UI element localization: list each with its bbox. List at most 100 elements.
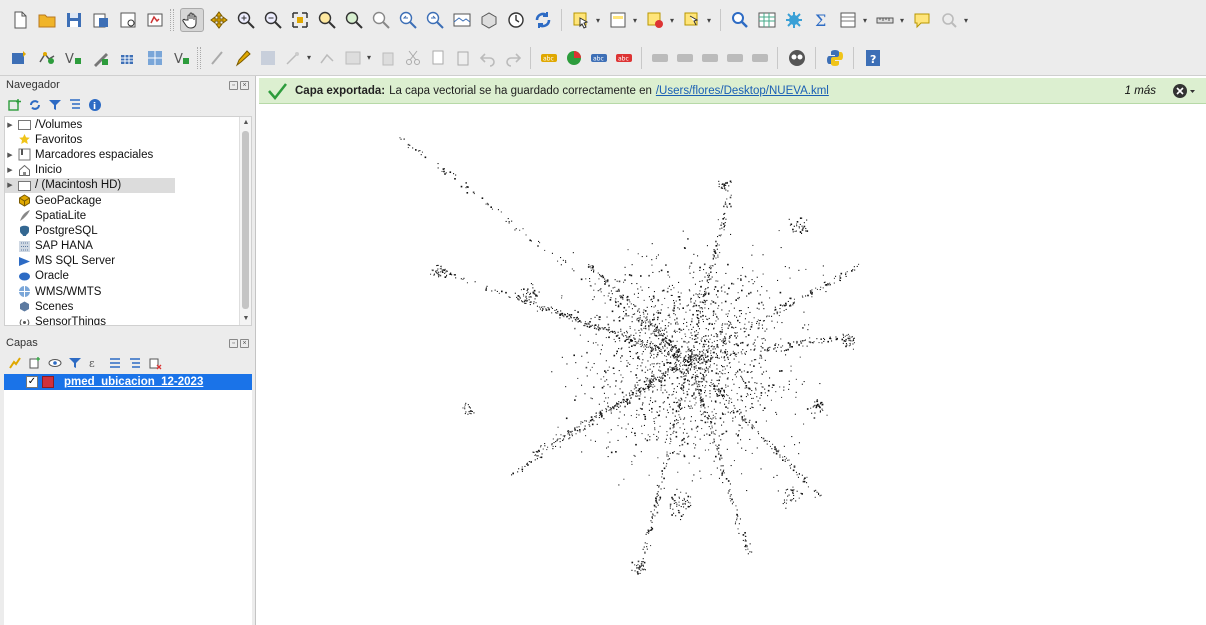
cut-features-icon[interactable] — [402, 47, 424, 69]
add-virtual-layer-icon[interactable]: V — [170, 46, 194, 70]
zoom-full-icon[interactable] — [288, 8, 312, 32]
zoom-in-icon[interactable] — [234, 8, 258, 32]
new-3d-view-icon[interactable] — [477, 8, 501, 32]
identify-features-icon[interactable] — [680, 8, 704, 32]
paste-features-icon[interactable] — [452, 47, 474, 69]
add-group-icon[interactable] — [26, 355, 43, 372]
style-manager-icon[interactable] — [143, 8, 167, 32]
browser-item[interactable]: ▶/Volumes — [5, 117, 251, 132]
highlight-label-icon[interactable]: abc — [588, 47, 610, 69]
locator-icon[interactable] — [937, 8, 961, 32]
browser-item[interactable]: Oracle — [5, 269, 251, 284]
zoom-to-layer-icon[interactable] — [342, 8, 366, 32]
scroll-down-icon[interactable]: ▼ — [240, 313, 251, 325]
identify-icon[interactable] — [728, 8, 752, 32]
print-layout-icon[interactable] — [116, 8, 140, 32]
save-edits-icon[interactable] — [257, 47, 279, 69]
properties-icon[interactable]: i — [86, 97, 103, 114]
processing-toolbox-icon[interactable] — [782, 8, 806, 32]
redo-icon[interactable] — [502, 47, 524, 69]
float-panel-icon[interactable]: ▫ — [229, 80, 238, 90]
remove-layer-icon[interactable] — [146, 355, 163, 372]
modify-attributes-icon[interactable] — [342, 47, 364, 69]
refresh-icon[interactable] — [26, 97, 43, 114]
close-panel-icon[interactable]: × — [240, 80, 249, 90]
open-project-icon[interactable] — [35, 8, 59, 32]
toolbar-grip-2[interactable] — [197, 46, 201, 69]
zoom-last-icon[interactable] — [396, 8, 420, 32]
close-message-icon[interactable] — [1172, 83, 1196, 99]
collapse-all-icon[interactable] — [66, 97, 83, 114]
expand-arrow-icon[interactable]: ▶ — [5, 121, 15, 129]
browser-item[interactable]: GeoPackage — [5, 193, 251, 208]
attribute-table-icon[interactable] — [755, 8, 779, 32]
browser-item[interactable]: SensorThings — [5, 314, 251, 325]
pan-to-selection-icon[interactable] — [207, 8, 231, 32]
zoom-next-icon[interactable] — [423, 8, 447, 32]
zoom-native-icon[interactable] — [369, 8, 393, 32]
show-hide-labels-icon[interactable] — [649, 47, 671, 69]
pan-map-icon[interactable] — [179, 8, 204, 32]
delete-selected-icon[interactable] — [377, 47, 399, 69]
message-more[interactable]: 1 más — [1125, 85, 1156, 97]
layers-list[interactable]: ✓ pmed_ubicacion_12-2023 — [4, 374, 252, 625]
filter-icon[interactable] — [46, 97, 63, 114]
add-spatialite-layer-icon[interactable] — [89, 46, 113, 70]
scroll-up-icon[interactable]: ▲ — [240, 117, 251, 129]
float-panel-icon[interactable]: ▫ — [229, 338, 238, 348]
add-wms-layer-icon[interactable] — [143, 46, 167, 70]
filter-legend-icon[interactable] — [66, 355, 83, 372]
toggle-editing-icon[interactable] — [232, 47, 254, 69]
select-by-value-icon[interactable] — [606, 8, 630, 32]
change-label-icon[interactable] — [724, 47, 746, 69]
collapse-all-layers-icon[interactable] — [126, 355, 143, 372]
add-vector-layer-icon[interactable] — [35, 46, 59, 70]
temporal-controller-icon[interactable] — [504, 8, 528, 32]
map-canvas[interactable] — [259, 105, 1206, 625]
refresh-icon[interactable] — [531, 8, 555, 32]
plugin-manager-icon[interactable] — [785, 46, 809, 70]
pin-label-icon[interactable]: abc — [613, 47, 635, 69]
add-layer-icon[interactable] — [6, 97, 23, 114]
copy-features-icon[interactable] — [427, 47, 449, 69]
browser-item[interactable]: PostgreSQL — [5, 223, 251, 238]
statistics-icon[interactable]: Σ — [809, 8, 833, 32]
expand-arrow-icon[interactable]: ▶ — [5, 166, 15, 174]
new-project-icon[interactable] — [8, 8, 32, 32]
scroll-thumb[interactable] — [242, 131, 249, 309]
open-table-icon[interactable] — [836, 8, 860, 32]
layer-row-pmed[interactable]: ✓ pmed_ubicacion_12-2023 — [4, 374, 252, 390]
visibility-icon[interactable] — [46, 355, 63, 372]
add-mesh-layer-icon[interactable] — [116, 46, 140, 70]
browser-item[interactable]: WMS/WMTS — [5, 284, 251, 299]
browser-item[interactable]: MS SQL Server — [5, 254, 251, 269]
label-layer-icon[interactable]: abc — [538, 47, 560, 69]
message-path-link[interactable]: /Users/flores/Desktop/NUEVA.kml — [656, 85, 829, 97]
browser-item[interactable]: Favoritos — [5, 132, 251, 147]
browser-item[interactable]: Scenes — [5, 299, 251, 314]
expand-arrow-icon[interactable]: ▶ — [5, 151, 15, 159]
help-icon[interactable]: ? — [861, 46, 885, 70]
measure-icon[interactable] — [873, 8, 897, 32]
filter-expression-icon[interactable]: ε — [86, 355, 103, 372]
save-as-icon[interactable] — [89, 8, 113, 32]
vertex-tool-icon[interactable] — [317, 47, 339, 69]
close-panel-icon[interactable]: × — [240, 338, 249, 348]
current-edits-icon[interactable] — [207, 47, 229, 69]
zoom-out-icon[interactable] — [261, 8, 285, 32]
toolbar-grip[interactable] — [170, 9, 174, 31]
browser-item[interactable]: ▶ / (Macintosh HD) — [5, 177, 175, 193]
label-properties-icon[interactable] — [749, 47, 771, 69]
data-source-manager-icon[interactable] — [8, 46, 32, 70]
select-features-icon[interactable] — [569, 8, 593, 32]
undo-icon[interactable] — [477, 47, 499, 69]
python-console-icon[interactable] — [823, 46, 847, 70]
browser-tree[interactable]: ▶/Volumes Favoritos ▶ Marcadores espaciales… — [4, 116, 252, 326]
browser-scrollbar[interactable]: ▲ ▼ — [239, 117, 251, 325]
zoom-to-selection-icon[interactable] — [315, 8, 339, 32]
browser-item[interactable]: ▶ Marcadores espaciales — [5, 147, 251, 162]
new-map-view-icon[interactable] — [450, 8, 474, 32]
deselect-features-icon[interactable] — [643, 8, 667, 32]
move-label-icon[interactable] — [674, 47, 696, 69]
style-layer-icon[interactable] — [6, 355, 23, 372]
